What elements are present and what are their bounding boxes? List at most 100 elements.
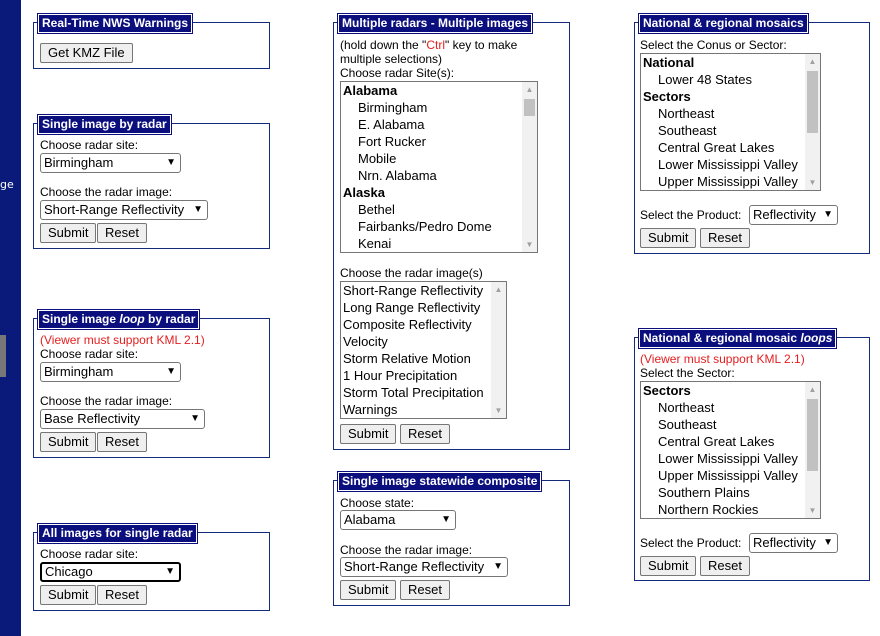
loop-reset-button[interactable]: Reset (97, 432, 147, 452)
mloop-sector-option[interactable]: Central Great Lakes (641, 433, 820, 450)
scroll-down-icon[interactable]: ▼ (522, 237, 537, 252)
mloop-sector-option[interactable]: Lower Mississippi Valley (641, 450, 820, 467)
multi-reset-button[interactable]: Reset (400, 424, 450, 444)
multi-site-options: Alabama Birmingham E. Alabama Fort Rucker Mo… (341, 82, 537, 252)
multi-image-option[interactable]: Warnings (341, 401, 506, 418)
scroll-down-icon[interactable]: ▼ (805, 175, 820, 190)
mosaic-reset-button[interactable]: Reset (700, 228, 750, 248)
multi-image-listbox[interactable]: Short-Range Reflectivity Long Range Refle… (340, 281, 507, 419)
mosaic-sector-option[interactable]: Lower Mississippi Valley (641, 156, 820, 173)
state-image-value: Short-Range Reflectivity (344, 559, 485, 574)
scroll-up-icon[interactable]: ▲ (522, 82, 537, 97)
loop-image-label: Choose the radar image: (40, 394, 173, 408)
chevron-down-icon: ▼ (823, 537, 833, 548)
multi-site-scrollbar[interactable]: ▲ ▼ (522, 82, 537, 252)
statewide-panel: Single image statewide composite Choose … (333, 471, 570, 606)
statewide-title: Single image statewide composite (336, 471, 543, 492)
multi-image-scrollbar[interactable]: ▲ ▼ (491, 282, 506, 418)
mosaic-loops-title: National & regional mosaic loops (637, 328, 838, 349)
multi-site-optgroup: Alabama (343, 83, 398, 98)
single-image-label: Choose the radar image: (40, 185, 173, 199)
scroll-down-icon[interactable]: ▼ (805, 503, 820, 518)
mosaic-sector-optgroup: Sectors (643, 89, 691, 104)
multi-image-option[interactable]: Velocity (341, 333, 506, 350)
mosaic-sector-options: National Lower 48 States Sectors Northeast S… (641, 54, 820, 190)
mloop-sector-option[interactable]: Southern Plains (641, 484, 820, 501)
mloop-sector-option[interactable]: Northeast (641, 399, 820, 416)
mosaic-sector-optgroup: National (643, 55, 695, 70)
mloop-sector-option[interactable]: Southeast (641, 416, 820, 433)
all-site-select[interactable]: Chicago ▼ (40, 562, 181, 582)
mosaic-product-value: Reflectivity (753, 207, 816, 222)
loop-submit-button[interactable]: Submit (40, 432, 97, 452)
multi-image-option[interactable]: Storm Total Precipitation (341, 384, 506, 401)
mosaic-submit-button[interactable]: Submit (640, 228, 697, 248)
multi-site-option[interactable]: Kenai (341, 235, 537, 252)
loop-site-select[interactable]: Birmingham ▼ (40, 362, 181, 382)
multi-image-option[interactable]: Long Range Reflectivity (341, 299, 506, 316)
multi-site-option[interactable]: Mobile (341, 150, 537, 167)
scroll-up-icon[interactable]: ▲ (805, 382, 820, 397)
nws-warnings-title: Real-Time NWS Warnings (36, 13, 194, 34)
multi-site-listbox[interactable]: Alabama Birmingham E. Alabama Fort Rucker Mo… (340, 81, 538, 253)
multi-image-option[interactable]: Short-Range Reflectivity (341, 282, 506, 299)
loop-site-value: Birmingham (44, 364, 114, 379)
mosaic-sector-listbox[interactable]: National Lower 48 States Sectors Northeast S… (640, 53, 821, 191)
scroll-down-icon[interactable]: ▼ (491, 403, 506, 418)
multi-image-option[interactable]: Storm Relative Motion (341, 350, 506, 367)
mosaic-sector-option[interactable]: Southeast (641, 122, 820, 139)
multi-site-option[interactable]: Fort Rucker (341, 133, 537, 150)
multi-site-option[interactable]: Birmingham (341, 99, 537, 116)
mosaic-sector-option[interactable]: Lower 48 States (641, 71, 820, 88)
single-submit-button[interactable]: Submit (40, 223, 97, 243)
get-kmz-button[interactable]: Get KMZ File (40, 43, 133, 63)
mloop-sector-optgroup: Sectors (643, 383, 691, 398)
multi-ctrl-hint: (hold down the "Ctrl" key to make (340, 38, 518, 52)
mosaics-panel: National & regional mosaics Select the C… (634, 13, 870, 254)
loop-image-select[interactable]: Base Reflectivity ▼ (40, 409, 205, 429)
state-image-select[interactable]: Short-Range Reflectivity ▼ (340, 557, 508, 577)
all-reset-button[interactable]: Reset (97, 585, 147, 605)
state-reset-button[interactable]: Reset (400, 580, 450, 600)
mloop-sector-listbox[interactable]: Sectors Northeast Southeast Central Great L… (640, 381, 821, 519)
state-select[interactable]: Alabama ▼ (340, 510, 456, 530)
multi-image-option[interactable]: Composite Reflectivity (341, 316, 506, 333)
single-site-label: Choose radar site: (40, 138, 139, 152)
single-site-select[interactable]: Birmingham ▼ (40, 153, 181, 173)
mosaic-sector-option[interactable]: Northeast (641, 105, 820, 122)
mosaic-sector-option[interactable]: Central Great Lakes (641, 139, 820, 156)
single-loop-title: Single image loop by radar (36, 309, 201, 330)
state-submit-button[interactable]: Submit (340, 580, 397, 600)
mloop-product-value: Reflectivity (753, 535, 816, 550)
chevron-down-icon: ▼ (441, 514, 451, 525)
mloop-product-select[interactable]: Reflectivity ▼ (749, 533, 838, 553)
chevron-down-icon: ▼ (166, 366, 176, 377)
all-submit-button[interactable]: Submit (40, 585, 97, 605)
single-image-select[interactable]: Short-Range Reflectivity ▼ (40, 200, 208, 220)
mosaic-product-select[interactable]: Reflectivity ▼ (749, 205, 838, 225)
sidebar-handle[interactable] (0, 335, 6, 377)
chevron-down-icon: ▼ (165, 566, 175, 577)
scroll-up-icon[interactable]: ▲ (805, 54, 820, 69)
mloop-sector-option[interactable]: Northern Rockies (641, 501, 820, 518)
multi-radar-title: Multiple radars - Multiple images (336, 13, 534, 34)
multi-site-option[interactable]: Bethel (341, 201, 537, 218)
single-image-title: Single image by radar (37, 114, 172, 135)
multi-site-option[interactable]: Fairbanks/Pedro Dome (341, 218, 537, 235)
scroll-up-icon[interactable]: ▲ (491, 282, 506, 297)
mosaic-sector-option[interactable]: Upper Mississippi Valley (641, 173, 820, 190)
mosaic-scrollbar[interactable]: ▲ ▼ (805, 54, 820, 190)
mloop-scrollbar[interactable]: ▲ ▼ (805, 382, 820, 518)
state-image-label: Choose the radar image: (340, 543, 473, 557)
multi-image-option[interactable]: 1 Hour Precipitation (341, 367, 506, 384)
multi-site-option[interactable]: E. Alabama (341, 116, 537, 133)
multi-submit-button[interactable]: Submit (340, 424, 397, 444)
all-images-title: All images for single radar (37, 523, 198, 544)
multi-image-label: Choose the radar image(s) (340, 266, 483, 280)
mloop-sector-option[interactable]: Upper Mississippi Valley (641, 467, 820, 484)
mloop-submit-button[interactable]: Submit (640, 556, 697, 576)
mloop-sector-options: Sectors Northeast Southeast Central Great L… (641, 382, 820, 518)
mloop-reset-button[interactable]: Reset (700, 556, 750, 576)
single-reset-button[interactable]: Reset (97, 223, 147, 243)
multi-site-option[interactable]: Nrn. Alabama (341, 167, 537, 184)
